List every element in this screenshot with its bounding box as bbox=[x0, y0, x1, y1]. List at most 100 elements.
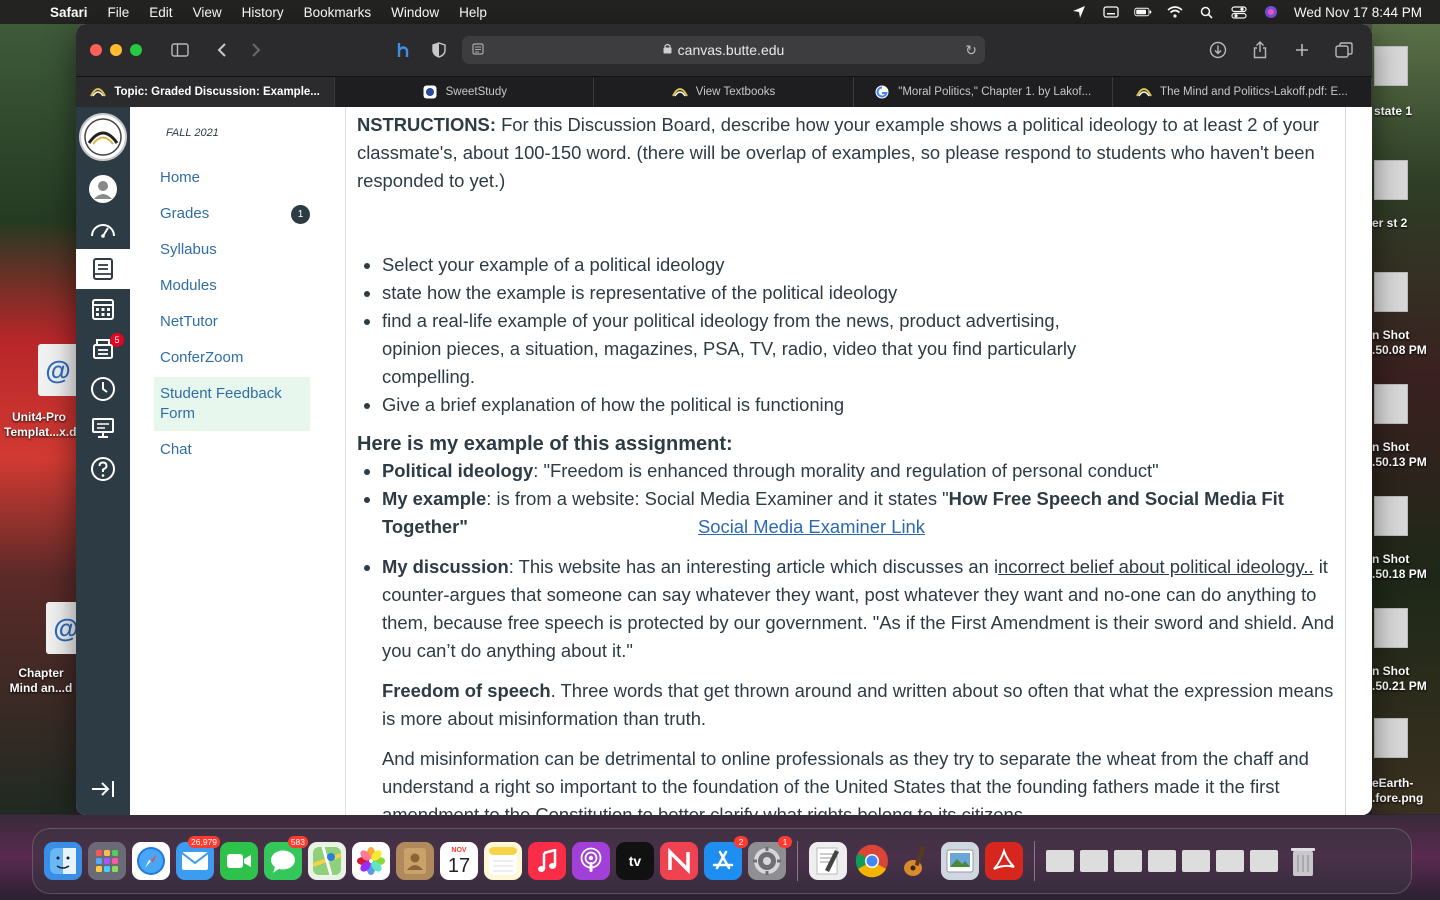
menu-edit[interactable]: Edit bbox=[139, 5, 182, 20]
downloads-icon[interactable] bbox=[1204, 36, 1232, 64]
inbox-icon[interactable]: 5 bbox=[76, 329, 130, 369]
chrome-icon[interactable] bbox=[853, 842, 891, 880]
desktop-file-icon-1[interactable]: @ bbox=[38, 344, 78, 396]
siri-icon[interactable] bbox=[1262, 5, 1280, 19]
tab-graded-discussion[interactable]: Topic: Graded Discussion: Example... bbox=[76, 77, 336, 107]
acrobat-icon[interactable] bbox=[985, 842, 1023, 880]
course-nav-home[interactable]: Home bbox=[154, 161, 310, 195]
menu-file[interactable]: File bbox=[98, 5, 140, 20]
trash-icon[interactable] bbox=[1284, 842, 1322, 880]
dock-stack-item[interactable] bbox=[1046, 850, 1074, 872]
desktop-thumb-5[interactable] bbox=[1374, 496, 1408, 536]
dock-stack-item[interactable] bbox=[1114, 850, 1142, 872]
desktop-label-4[interactable]: n Shot .50.13 PM bbox=[1372, 440, 1427, 470]
dock-stack-item[interactable] bbox=[1216, 850, 1244, 872]
tab-mind-and-politics[interactable]: The Mind and Politics-Lakoff.pdf: E... bbox=[1113, 77, 1372, 107]
messages-icon[interactable]: 583 bbox=[264, 836, 308, 880]
address-url[interactable]: canvas.butte.edu bbox=[678, 42, 785, 58]
zoom-window-button[interactable] bbox=[130, 44, 142, 56]
course-nav-syllabus[interactable]: Syllabus bbox=[154, 233, 310, 267]
contacts-icon[interactable] bbox=[396, 842, 434, 880]
course-nav-conferzoom[interactable]: ConferZoom bbox=[154, 341, 310, 375]
preview-icon[interactable] bbox=[941, 842, 979, 880]
address-bar[interactable]: canvas.butte.edu ↻ bbox=[462, 36, 985, 64]
control-center-icon[interactable] bbox=[1230, 5, 1248, 19]
sidebar-toggle-icon[interactable] bbox=[166, 36, 194, 64]
course-nav-student-feedback-form[interactable]: Student Feedback Form bbox=[154, 377, 310, 431]
menu-view[interactable]: View bbox=[183, 5, 232, 20]
notes-icon[interactable] bbox=[484, 842, 522, 880]
collapse-nav-icon[interactable] bbox=[76, 779, 130, 805]
social-media-examiner-link[interactable]: Social Media Examiner Link bbox=[698, 516, 925, 537]
menu-help[interactable]: Help bbox=[449, 5, 497, 20]
menu-clock[interactable]: Wed Nov 17 8:44 PM bbox=[1294, 5, 1422, 20]
photos-icon[interactable] bbox=[352, 842, 390, 880]
back-button-icon[interactable] bbox=[208, 36, 236, 64]
desktop-thumb-1[interactable] bbox=[1374, 46, 1408, 86]
share-icon[interactable] bbox=[1246, 36, 1274, 64]
privacy-shield-icon[interactable] bbox=[425, 36, 453, 64]
calendar-icon[interactable] bbox=[76, 289, 130, 329]
desktop-label-7[interactable]: eEarth- .fore.png bbox=[1372, 776, 1423, 806]
reload-icon[interactable]: ↻ bbox=[965, 42, 977, 59]
menu-bookmarks[interactable]: Bookmarks bbox=[294, 5, 382, 20]
desktop-thumb-6[interactable] bbox=[1374, 608, 1408, 648]
minimize-window-button[interactable] bbox=[110, 44, 122, 56]
courses-icon[interactable] bbox=[76, 249, 130, 289]
desktop-file-label-2[interactable]: Chapter Mind an...d bbox=[6, 666, 76, 696]
commons-icon[interactable] bbox=[76, 409, 130, 449]
course-nav-grades[interactable]: Grades 1 bbox=[154, 197, 310, 231]
dock-stack-item[interactable] bbox=[1148, 850, 1176, 872]
finder-icon[interactable] bbox=[44, 842, 82, 880]
launchpad-icon[interactable] bbox=[88, 842, 126, 880]
textedit-icon[interactable] bbox=[809, 842, 847, 880]
account-avatar-icon[interactable] bbox=[76, 169, 130, 209]
dock-stack-item[interactable] bbox=[1182, 850, 1210, 872]
desktop-thumb-4[interactable] bbox=[1374, 384, 1408, 424]
desktop-thumb-7[interactable] bbox=[1374, 718, 1408, 758]
location-icon[interactable] bbox=[1070, 5, 1088, 19]
course-nav-chat[interactable]: Chat bbox=[154, 433, 310, 467]
course-nav-nettutor[interactable]: NetTutor bbox=[154, 305, 310, 339]
system-preferences-icon[interactable]: 1 bbox=[748, 836, 792, 880]
safari-icon[interactable] bbox=[132, 842, 170, 880]
tab-overview-icon[interactable] bbox=[1330, 36, 1358, 64]
keyboard-icon[interactable] bbox=[1102, 5, 1120, 19]
desktop-label-5[interactable]: n Shot .50.18 PM bbox=[1372, 552, 1427, 582]
close-window-button[interactable] bbox=[90, 44, 102, 56]
podcasts-icon[interactable] bbox=[572, 842, 610, 880]
help-icon[interactable] bbox=[76, 449, 130, 489]
school-logo-icon[interactable] bbox=[79, 113, 127, 161]
reader-view-icon[interactable] bbox=[472, 42, 484, 58]
facetime-icon[interactable] bbox=[220, 842, 258, 880]
menu-history[interactable]: History bbox=[232, 5, 294, 20]
new-tab-icon[interactable] bbox=[1288, 36, 1316, 64]
tab-moral-politics[interactable]: "Moral Politics," Chapter 1. by Lakof... bbox=[854, 77, 1113, 107]
menu-window[interactable]: Window bbox=[381, 5, 449, 20]
desktop-label-3[interactable]: n Shot .50.08 PM bbox=[1372, 328, 1427, 358]
spotlight-search-icon[interactable] bbox=[1198, 5, 1216, 19]
wifi-icon[interactable] bbox=[1166, 5, 1184, 19]
music-icon[interactable] bbox=[528, 842, 566, 880]
desktop-label-6[interactable]: n Shot .50.21 PM bbox=[1372, 664, 1427, 694]
menu-app-name[interactable]: Safari bbox=[40, 5, 98, 20]
forward-button-icon[interactable] bbox=[242, 36, 270, 64]
dock-stack-item[interactable] bbox=[1080, 850, 1108, 872]
dashboard-icon[interactable] bbox=[76, 209, 130, 249]
apple-tv-icon[interactable]: tv bbox=[616, 842, 654, 880]
desktop-label-1[interactable]: state 1 bbox=[1374, 104, 1412, 119]
app-store-icon[interactable]: 2 bbox=[704, 836, 748, 880]
dock-stack-item[interactable] bbox=[1250, 850, 1278, 872]
hypothesis-extension-icon[interactable] bbox=[390, 36, 418, 64]
history-icon[interactable] bbox=[76, 369, 130, 409]
battery-icon[interactable] bbox=[1134, 5, 1152, 19]
desktop-label-2[interactable]: er st 2 bbox=[1372, 216, 1407, 231]
tab-sweetstudy[interactable]: SweetStudy bbox=[335, 77, 595, 107]
desktop-thumb-2[interactable] bbox=[1374, 160, 1408, 200]
garageband-icon[interactable] bbox=[897, 842, 935, 880]
tab-view-textbooks[interactable]: View Textbooks bbox=[594, 77, 854, 107]
desktop-file-label-1[interactable]: Unit4-Pro Templat...x.d bbox=[4, 410, 76, 440]
calendar-app-icon[interactable]: NOV 17 bbox=[440, 842, 478, 880]
maps-icon[interactable] bbox=[308, 842, 346, 880]
course-nav-modules[interactable]: Modules bbox=[154, 269, 310, 303]
